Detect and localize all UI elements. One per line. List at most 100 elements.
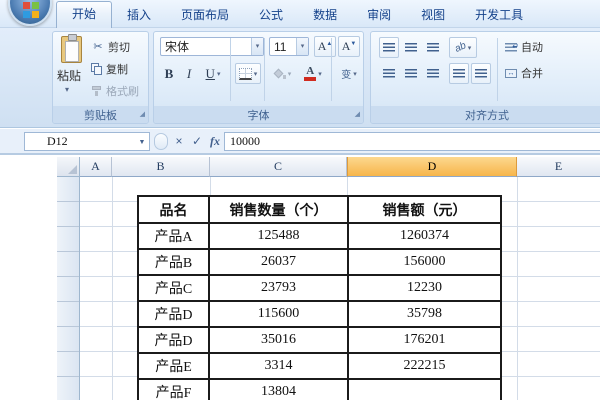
tab-page-layout[interactable]: 页面布局	[166, 2, 244, 28]
cell-quantity[interactable]: 26037	[208, 248, 349, 276]
font-dialog-launcher-icon[interactable]: ◢	[350, 110, 360, 120]
sales-table: 品名 销售数量（个） 销售额（元） 产品A 125488 1260374 产品B…	[137, 195, 502, 400]
align-right-button[interactable]	[423, 63, 443, 84]
cell-quantity[interactable]: 23793	[208, 274, 349, 302]
font-separator-1	[230, 38, 231, 101]
font-color-icon: A	[304, 66, 317, 81]
underline-button[interactable]: U ▾	[200, 63, 226, 84]
fill-color-button[interactable]: ▾	[268, 63, 296, 84]
copy-label: 复制	[106, 64, 128, 76]
header-product-name[interactable]: 品名	[137, 195, 210, 224]
italic-button[interactable]: I	[180, 63, 198, 84]
cell-product[interactable]: 产品A	[137, 222, 210, 250]
shrink-font-button[interactable]: A▼	[338, 36, 360, 57]
enter-entry-button[interactable]: ✓	[188, 132, 206, 151]
select-all-corner[interactable]	[57, 157, 80, 177]
tab-developer[interactable]: 开发工具	[460, 2, 538, 28]
column-header-b[interactable]: B	[112, 157, 210, 177]
cell-active-d12[interactable]	[347, 378, 502, 400]
font-size-combo[interactable]: 11 ▾	[269, 37, 309, 56]
name-box[interactable]: D12 ▼	[24, 132, 150, 151]
orientation-button[interactable]: ab ▾	[449, 37, 477, 58]
italic-icon: I	[186, 65, 192, 81]
tab-formulas[interactable]: 公式	[244, 2, 298, 28]
header-sales-amount[interactable]: 销售额（元）	[347, 195, 502, 224]
cell-quantity[interactable]: 125488	[208, 222, 349, 250]
cell-amount[interactable]: 176201	[347, 326, 502, 354]
cell-product[interactable]: 产品E	[137, 352, 210, 380]
cell-quantity[interactable]: 13804	[208, 378, 349, 400]
font-group: 宋体 ▾ 11 ▾ A▲ A▼ B I U ▾ ▾ ▾ A ▾ 变 ▾ 字体 ◢	[153, 31, 364, 124]
phonetic-icon: 变	[341, 70, 352, 81]
orientation-dropdown-icon[interactable]: ▾	[468, 44, 472, 52]
table-row: 产品A 125488 1260374	[137, 222, 502, 250]
font-separator-2	[264, 38, 265, 101]
align-center-button[interactable]	[401, 63, 421, 84]
font-color-dropdown-icon[interactable]: ▾	[318, 70, 322, 78]
cut-button[interactable]: ✂ 剪切	[91, 38, 130, 56]
grow-font-button[interactable]: A▲	[314, 36, 336, 57]
merge-center-icon: ↔	[505, 68, 517, 78]
align-top-button[interactable]	[379, 37, 399, 58]
clipboard-dialog-launcher-icon[interactable]: ◢	[135, 110, 145, 120]
tab-view[interactable]: 视图	[406, 2, 460, 28]
cancel-entry-button[interactable]: ×	[170, 132, 188, 151]
underline-dropdown-icon[interactable]: ▾	[217, 70, 221, 78]
office-button[interactable]	[8, 0, 52, 26]
column-header-e[interactable]: E	[517, 157, 600, 177]
cell-amount[interactable]: 222215	[347, 352, 502, 380]
formula-input[interactable]: 10000	[224, 132, 600, 151]
column-header-a[interactable]: A	[80, 157, 112, 177]
align-left-button[interactable]	[379, 63, 399, 84]
font-size-dropdown-icon[interactable]: ▾	[296, 38, 308, 55]
header-sales-quantity[interactable]: 销售数量（个）	[208, 195, 349, 224]
border-button[interactable]: ▾	[235, 63, 261, 84]
phonetic-button[interactable]: 变 ▾	[335, 63, 363, 84]
wrap-text-icon	[505, 42, 519, 52]
cell-amount[interactable]: 1260374	[347, 222, 502, 250]
font-color-button[interactable]: A ▾	[298, 63, 328, 84]
cell-product[interactable]: 产品F	[137, 378, 210, 400]
cell-amount[interactable]: 35798	[347, 300, 502, 328]
font-name-combo[interactable]: 宋体 ▾	[160, 37, 264, 56]
cell-product[interactable]: 产品D	[137, 326, 210, 354]
column-header-d-selected[interactable]: D	[347, 157, 517, 177]
bold-button[interactable]: B	[160, 63, 178, 84]
tab-data[interactable]: 数据	[298, 2, 352, 28]
cell-quantity[interactable]: 115600	[208, 300, 349, 328]
fill-color-dropdown-icon[interactable]: ▾	[288, 70, 292, 78]
decrease-indent-button[interactable]	[449, 63, 469, 84]
cell-amount[interactable]: 12230	[347, 274, 502, 302]
phonetic-dropdown-icon[interactable]: ▾	[353, 70, 357, 78]
cell-amount[interactable]: 156000	[347, 248, 502, 276]
border-dropdown-icon[interactable]: ▾	[254, 70, 258, 78]
wrap-text-button[interactable]: 自动	[505, 38, 543, 56]
merge-center-button[interactable]: ↔ 合并	[505, 64, 543, 82]
paste-dropdown-icon[interactable]: ▾	[65, 85, 69, 94]
alignment-group: ab ▾ 自动 ↔	[370, 31, 600, 124]
font-name-dropdown-icon[interactable]: ▾	[251, 38, 263, 55]
cell-quantity[interactable]: 35016	[208, 326, 349, 354]
format-painter-icon	[91, 85, 103, 97]
name-box-dropdown-icon[interactable]: ▼	[135, 138, 149, 146]
copy-icon	[91, 63, 103, 75]
tab-review[interactable]: 审阅	[352, 2, 406, 28]
row-header-strip[interactable]	[57, 177, 80, 400]
column-header-c[interactable]: C	[210, 157, 347, 177]
increase-indent-button[interactable]	[471, 63, 491, 84]
paste-button[interactable]: 粘贴 ▾	[53, 34, 90, 105]
cell-product[interactable]: 产品C	[137, 274, 210, 302]
office-logo-yellow	[32, 11, 39, 18]
align-middle-button[interactable]	[401, 37, 421, 58]
copy-button[interactable]: 复制	[91, 60, 128, 78]
cell-product[interactable]: 产品D	[137, 300, 210, 328]
insert-function-button[interactable]: fx	[206, 132, 224, 151]
cell-product[interactable]: 产品B	[137, 248, 210, 276]
formula-bar-divider	[154, 133, 168, 150]
align-bottom-button[interactable]	[423, 37, 443, 58]
format-painter-button[interactable]: 格式刷	[91, 82, 139, 100]
paste-clipboard-icon	[61, 34, 82, 63]
cell-quantity[interactable]: 3314	[208, 352, 349, 380]
tab-insert[interactable]: 插入	[112, 2, 166, 28]
tab-home[interactable]: 开始	[56, 1, 113, 28]
